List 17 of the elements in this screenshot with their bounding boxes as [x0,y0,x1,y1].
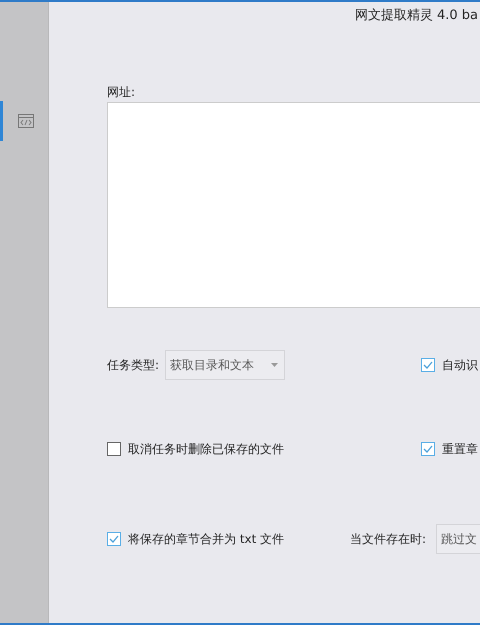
checkbox[interactable] [421,358,435,372]
checkbox-option[interactable]: 重置章 [421,440,478,458]
checkbox-option[interactable]: 将保存的章节合并为 txt 文件 [107,530,284,548]
checkbox[interactable] [107,532,121,546]
file-exists-dropdown[interactable]: 跳过文 [436,524,480,554]
checkbox[interactable] [107,442,121,456]
task-type-label: 任务类型: [107,356,160,374]
checkbox[interactable] [421,442,435,456]
checkbox-option[interactable]: 取消任务时删除已保存的文件 [107,440,284,458]
caret-icon [271,363,278,367]
code-window-icon [18,114,34,128]
url-label: 网址: [107,84,136,101]
window-title: 网文提取精灵 4.0 ba [354,7,478,25]
file-exists-label: 当文件存在时: [350,530,426,548]
url-field[interactable] [107,102,480,308]
task-type-dropdown[interactable]: 获取目录和文本 [165,350,286,380]
checkbox-option[interactable]: 自动识 [421,356,478,374]
